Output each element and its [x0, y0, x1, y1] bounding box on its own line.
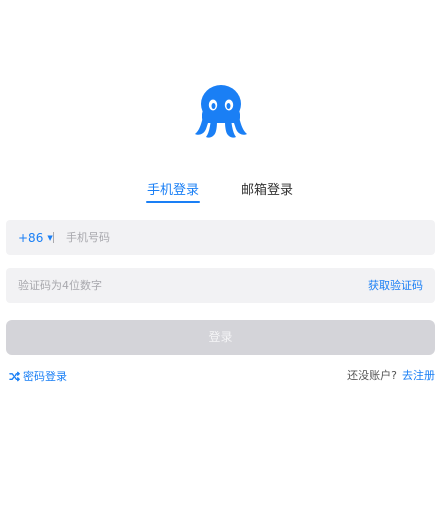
country-code-label: +86: [18, 230, 44, 245]
tab-phone-login[interactable]: 手机登录: [147, 182, 199, 200]
shuffle-icon: [9, 371, 20, 381]
login-button[interactable]: 登录: [6, 320, 435, 355]
tab-email-login[interactable]: 邮箱登录: [241, 182, 293, 200]
login-method-tabs: 手机登录 邮箱登录: [0, 180, 446, 206]
password-login-link[interactable]: 密码登录: [9, 367, 67, 385]
active-tab-indicator: [146, 201, 200, 203]
caret-down-icon: ▼: [47, 233, 53, 242]
get-verification-code-button[interactable]: 获取验证码: [368, 268, 423, 303]
field-divider: [53, 232, 54, 243]
password-login-label: 密码登录: [23, 370, 67, 383]
phone-field: +86 ▼: [6, 220, 435, 255]
verification-code-field: 获取验证码: [6, 268, 435, 303]
phone-input[interactable]: [66, 220, 426, 255]
register-link[interactable]: 去注册: [402, 367, 435, 383]
no-account-text: 还没账户?: [347, 369, 397, 382]
country-code-selector[interactable]: +86 ▼: [18, 220, 53, 255]
octopus-logo-icon: [195, 85, 247, 138]
register-prompt: 还没账户? 去注册: [347, 366, 435, 384]
verification-code-input[interactable]: [18, 268, 348, 303]
